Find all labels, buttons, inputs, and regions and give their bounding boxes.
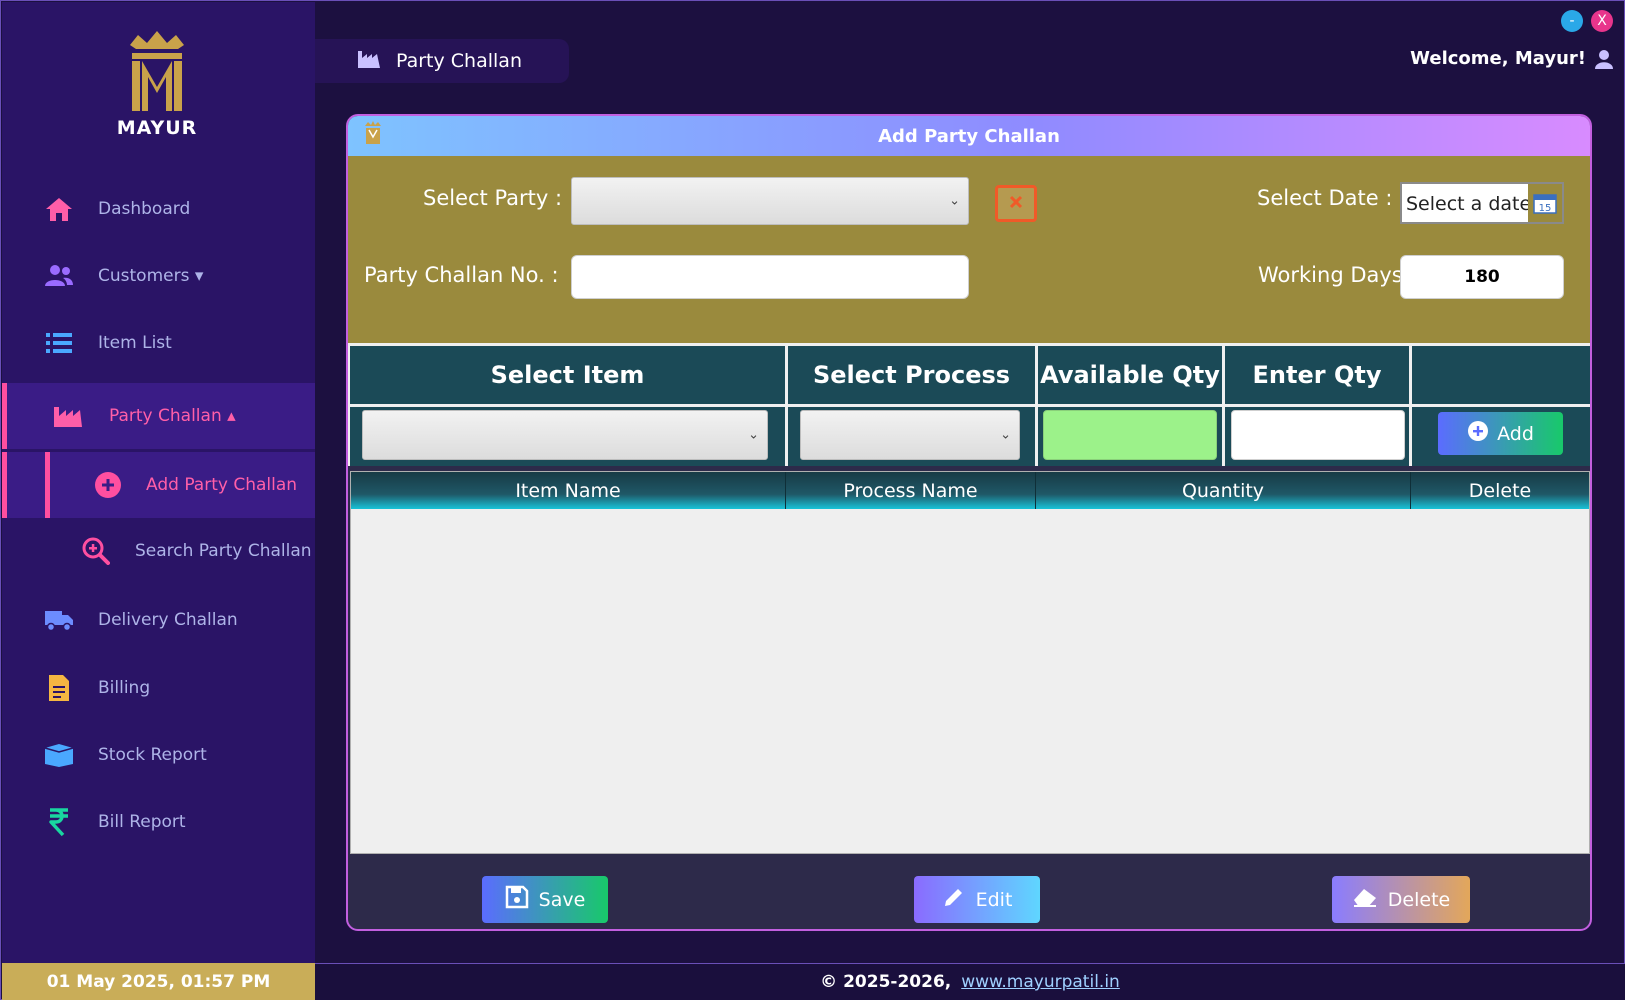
select-date-label: Select Date :	[1257, 186, 1393, 210]
sidebar-item-customers[interactable]: Customers ▾	[2, 243, 315, 309]
add-party-challan-panel: Add Party Challan Select Party : ⌄ Party…	[346, 114, 1592, 931]
delete-button[interactable]: Delete	[1332, 876, 1470, 923]
select-item-header: Select Item	[350, 346, 785, 404]
edit-button[interactable]: Edit	[914, 876, 1040, 923]
sidebar-item-label: Delivery Challan	[98, 610, 238, 630]
save-icon	[505, 885, 529, 914]
truck-icon	[44, 605, 74, 635]
calendar-icon[interactable]: 15	[1528, 184, 1562, 222]
clear-party-button[interactable]	[995, 185, 1037, 222]
sidebar-item-label: Add Party Challan	[146, 475, 298, 495]
close-button[interactable]: X	[1591, 10, 1613, 32]
industry-icon	[53, 401, 83, 431]
footer-datetime: 01 May 2025, 01:57 PM	[2, 963, 315, 1000]
add-item-button[interactable]: Add	[1438, 412, 1563, 455]
challan-items-grid: Item Name Process Name Quantity Delete	[350, 471, 1590, 854]
delete-label: Delete	[1387, 888, 1451, 911]
welcome-text: Welcome, Mayur!	[1410, 48, 1586, 69]
users-icon	[44, 261, 74, 291]
select-item-dropdown[interactable]: ⌄	[362, 410, 768, 460]
calendar-day: 15	[1539, 203, 1552, 214]
sidebar: MAYUR Dashboard Customers ▾ Item List Pa	[2, 2, 315, 964]
active-indicator	[45, 452, 50, 518]
challan-no-input[interactable]	[571, 255, 969, 299]
working-days-input[interactable]: 180	[1400, 255, 1564, 299]
panel-header: Add Party Challan	[348, 116, 1590, 156]
chevron-down-icon: ⌄	[748, 427, 759, 443]
enter-qty-input[interactable]	[1231, 410, 1405, 460]
available-qty-field	[1043, 410, 1217, 460]
app-window: MAYUR Dashboard Customers ▾ Item List Pa	[0, 0, 1625, 1000]
save-button[interactable]: Save	[482, 876, 608, 923]
add-item-label: Add	[1497, 422, 1534, 445]
date-picker[interactable]: Select a date 15	[1400, 182, 1564, 224]
sidebar-item-delivery-challan[interactable]: Delivery Challan	[2, 587, 315, 653]
pencil-icon	[942, 885, 966, 914]
box-icon	[44, 740, 74, 770]
sidebar-item-label: Dashboard	[98, 199, 191, 219]
industry-icon	[357, 49, 381, 73]
sidebar-item-label: Customers ▾	[98, 266, 204, 286]
sidebar-item-label: Stock Report	[98, 745, 207, 765]
eraser-icon	[1352, 886, 1378, 913]
select-party-label: Select Party :	[423, 186, 563, 210]
invoice-icon	[44, 673, 74, 703]
minimize-button[interactable]: -	[1561, 10, 1583, 32]
sidebar-item-bill-report[interactable]: Bill Report	[2, 789, 315, 855]
sidebar-item-label: Bill Report	[98, 812, 186, 832]
sidebar-item-stock-report[interactable]: Stock Report	[2, 722, 315, 788]
working-days-label: Working Days :	[1258, 263, 1417, 287]
edit-label: Edit	[975, 888, 1013, 911]
panel-title: Add Party Challan	[878, 125, 1060, 147]
footer-copyright: © 2025-2026, www.mayurpatil.in	[315, 963, 1625, 1000]
sidebar-item-party-challan[interactable]: Party Challan ▴	[2, 383, 315, 449]
brand-logo-small	[362, 120, 384, 155]
chevron-down-icon: ⌄	[1000, 427, 1011, 443]
sidebar-item-label: Billing	[98, 678, 151, 698]
action-header	[1412, 346, 1590, 404]
save-label: Save	[538, 888, 586, 911]
search-plus-icon	[81, 536, 111, 566]
brand-logo: MAYUR	[112, 27, 202, 142]
enter-qty-header: Enter Qty	[1225, 346, 1409, 404]
copyright-text: © 2025-2026,	[820, 972, 952, 992]
sidebar-item-dashboard[interactable]: Dashboard	[2, 176, 315, 242]
list-icon	[44, 328, 74, 358]
sidebar-item-label: Item List	[98, 333, 172, 353]
page-title: Party Challan	[396, 50, 522, 72]
select-process-header: Select Process	[788, 346, 1035, 404]
sidebar-item-item-list[interactable]: Item List	[2, 310, 315, 376]
select-process-dropdown[interactable]: ⌄	[800, 410, 1020, 460]
website-link[interactable]: www.mayurpatil.in	[961, 972, 1120, 992]
sidebar-item-add-party-challan[interactable]: Add Party Challan	[2, 452, 315, 518]
delete-column-header[interactable]: Delete	[1411, 472, 1589, 509]
process-name-column-header[interactable]: Process Name	[786, 472, 1036, 509]
home-icon	[44, 194, 74, 224]
brand-name: MAYUR	[116, 117, 198, 139]
select-party-dropdown[interactable]: ⌄	[571, 177, 969, 225]
quantity-column-header[interactable]: Quantity	[1036, 472, 1411, 509]
sidebar-item-label: Search Party Challan	[135, 541, 312, 561]
page-title-tab: Party Challan	[315, 39, 569, 83]
sidebar-item-label: Party Challan ▴	[109, 406, 236, 426]
item-name-column-header[interactable]: Item Name	[351, 472, 786, 509]
close-icon	[1008, 194, 1024, 214]
plus-circle-icon	[1467, 420, 1489, 447]
user-icon[interactable]	[1594, 49, 1614, 73]
sidebar-item-search-party-challan[interactable]: Search Party Challan	[2, 518, 315, 584]
available-qty-header: Available Qty	[1038, 346, 1222, 404]
rupee-icon	[44, 807, 74, 837]
date-placeholder: Select a date	[1406, 193, 1532, 215]
plus-circle-icon	[93, 470, 123, 500]
challan-no-label: Party Challan No. :	[364, 263, 559, 287]
chevron-down-icon: ⌄	[949, 193, 960, 209]
sidebar-item-billing[interactable]: Billing	[2, 655, 315, 721]
